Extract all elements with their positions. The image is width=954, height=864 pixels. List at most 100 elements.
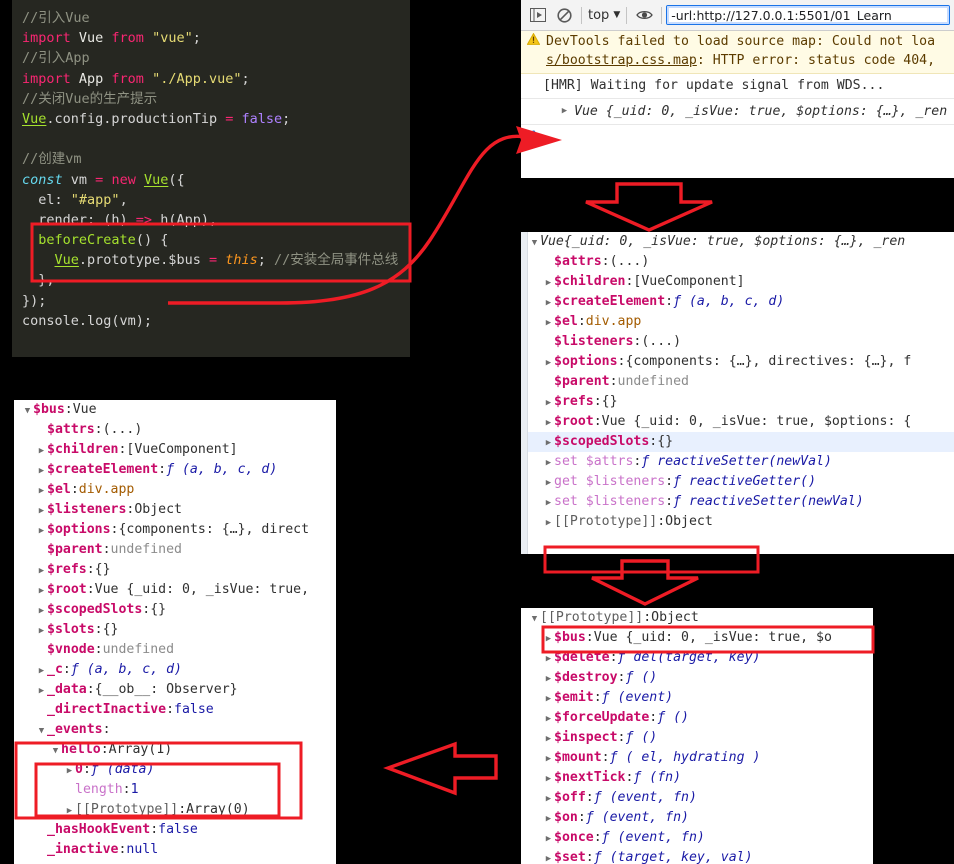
object-tree-row[interactable]: ▶ $refs: {} [14, 560, 336, 580]
object-tree-row[interactable]: ▶$parent: undefined [521, 372, 954, 392]
collapse-triangle-icon[interactable]: ▼ [529, 609, 540, 628]
object-tree-row[interactable]: ▶$vnode: undefined [14, 640, 336, 660]
object-tree-row[interactable]: ▶ $once: ƒ (event, fn) [521, 828, 873, 848]
expand-triangle-icon[interactable]: ▶ [543, 849, 554, 864]
expand-triangle-icon[interactable]: ▶ [543, 729, 554, 748]
object-tree-row[interactable]: ▼ [[Prototype]]: Object [521, 608, 873, 628]
collapse-triangle-icon[interactable]: ▼ [36, 721, 47, 740]
execute-snippet-icon[interactable] [525, 3, 551, 27]
expand-triangle-icon[interactable]: ▶ [543, 513, 554, 532]
expand-triangle-icon[interactable]: ▶ [543, 273, 554, 292]
object-tree-row[interactable]: ▶ $off: ƒ (event, fn) [521, 788, 873, 808]
live-expression-icon[interactable] [631, 3, 657, 27]
object-tree-row[interactable]: ▶ set $listeners: ƒ reactiveSetter(newVal… [521, 492, 954, 512]
expand-triangle-icon[interactable]: ▶ [543, 829, 554, 848]
prototype-tree-panel[interactable]: ▼ [[Prototype]]: Object ▶ $bus: Vue {_uid: … [521, 608, 873, 864]
expand-triangle-icon[interactable]: ▶ [543, 769, 554, 788]
expand-triangle-icon[interactable]: ▶ [36, 581, 47, 600]
object-tree-row[interactable]: ▶$listeners: (...) [521, 332, 954, 352]
object-tree-row[interactable]: ▶length: 1 [14, 780, 336, 800]
object-tree-row[interactable]: ▶ $children: [VueComponent] [521, 272, 954, 292]
expand-triangle-icon[interactable]: ▶ [36, 441, 47, 460]
object-tree-row[interactable]: ▶ _data: {__ob__: Observer} [14, 680, 336, 700]
object-tree-row[interactable]: ▶ get $listeners: ƒ reactiveGetter() [521, 472, 954, 492]
expand-triangle-icon[interactable]: ▶ [559, 101, 570, 121]
object-tree-row[interactable]: ▶_hasHookEvent: false [14, 820, 336, 840]
object-tree-row[interactable]: ▶ $refs: {} [521, 392, 954, 412]
expand-triangle-icon[interactable]: ▶ [36, 501, 47, 520]
expand-triangle-icon[interactable]: ▶ [543, 393, 554, 412]
expand-triangle-icon[interactable]: ▶ [543, 453, 554, 472]
object-tree-row[interactable]: ▶ _c: ƒ (a, b, c, d) [14, 660, 336, 680]
bus-object-tree-panel[interactable]: ▼$bus: Vue▶$attrs: (...)▶$children: [Vue… [14, 400, 336, 864]
object-tree-row[interactable]: ▶ $emit: ƒ (event) [521, 688, 873, 708]
expand-triangle-icon[interactable]: ▶ [36, 461, 47, 480]
console-prompt[interactable]: ❯ [521, 125, 954, 147]
expand-triangle-icon[interactable]: ▶ [543, 293, 554, 312]
object-tree-row[interactable]: ▼ $bus: Vue [14, 400, 336, 420]
object-tree-row[interactable]: ▶ $nextTick: ƒ (fn) [521, 768, 873, 788]
expand-triangle-icon[interactable]: ▶ [543, 749, 554, 768]
object-tree-row[interactable]: ▶ $options: {components: {…}, directives:… [521, 352, 954, 372]
object-tree-row[interactable]: ▶ $set: ƒ (target, key, val) [521, 848, 873, 864]
expand-triangle-icon[interactable]: ▶ [543, 629, 554, 648]
vue-object-log-row[interactable]: ▶ Vue {_uid: 0, _isVue: true, $options: … [521, 99, 954, 125]
object-tree-row[interactable]: ▶ $el: div.app [521, 312, 954, 332]
object-tree-row[interactable]: ▶ $children: [VueComponent] [14, 440, 336, 460]
object-tree-row[interactable]: ▶ $root: Vue {_uid: 0, _isVue: true, $opt… [521, 412, 954, 432]
object-tree-row[interactable]: ▶ $el: div.app [14, 480, 336, 500]
vue-object-tree-panel[interactable]: ▼ Vue {_uid: 0, _isVue: true, $options: {… [521, 232, 954, 554]
object-tree-row[interactable]: ▶ [[Prototype]]: Array(0) [14, 800, 336, 820]
expand-triangle-icon[interactable]: ▶ [64, 801, 75, 820]
object-tree-row[interactable]: ▶ $bus: Vue {_uid: 0, _isVue: true, $o [521, 628, 873, 648]
expand-triangle-icon[interactable]: ▶ [543, 669, 554, 688]
expand-triangle-icon[interactable]: ▶ [36, 661, 47, 680]
devtools-console-panel[interactable]: top ▼ DevTools failed to load source map… [521, 0, 954, 178]
code-editor[interactable]: //引入Vue import Vue from "vue"; //引入App impo… [12, 0, 410, 357]
expand-triangle-icon[interactable]: ▶ [36, 681, 47, 700]
object-tree-row[interactable]: ▶$attrs: (...) [14, 420, 336, 440]
object-tree-row[interactable]: ▶ $on: ƒ (event, fn) [521, 808, 873, 828]
expand-triangle-icon[interactable]: ▶ [543, 809, 554, 828]
expand-triangle-icon[interactable]: ▶ [543, 473, 554, 492]
object-tree-row[interactable]: ▶ $createElement: ƒ (a, b, c, d) [14, 460, 336, 480]
expand-triangle-icon[interactable]: ▶ [543, 789, 554, 808]
expand-triangle-icon[interactable]: ▶ [36, 601, 47, 620]
expand-triangle-icon[interactable]: ▶ [36, 481, 47, 500]
object-tree-row[interactable]: ▼ Vue {_uid: 0, _isVue: true, $options: {… [521, 232, 954, 252]
object-tree-row[interactable]: ▶ set $attrs: ƒ reactiveSetter(newVal) [521, 452, 954, 472]
object-tree-row[interactable]: ▼ _events: [14, 720, 336, 740]
object-tree-row[interactable]: ▶ $root: Vue {_uid: 0, _isVue: true, [14, 580, 336, 600]
object-tree-row[interactable]: ▶ $delete: ƒ del(target, key) [521, 648, 873, 668]
object-tree-row[interactable]: ▶ [[Prototype]]: Object [521, 512, 954, 532]
console-filter-input[interactable] [666, 5, 950, 25]
object-tree-row[interactable]: ▼ hello: Array(1) [14, 740, 336, 760]
collapse-triangle-icon[interactable]: ▼ [50, 741, 61, 760]
expand-triangle-icon[interactable]: ▶ [543, 649, 554, 668]
object-tree-row[interactable]: ▶_directInactive: false [14, 700, 336, 720]
expand-triangle-icon[interactable]: ▶ [543, 433, 554, 452]
expand-triangle-icon[interactable]: ▶ [36, 621, 47, 640]
object-tree-row[interactable]: ▶ $scopedSlots: {} [521, 432, 954, 452]
object-tree-row[interactable]: ▶$attrs: (...) [521, 252, 954, 272]
object-tree-row[interactable]: ▶ $createElement: ƒ (a, b, c, d) [521, 292, 954, 312]
object-tree-row[interactable]: ▶_inactive: null [14, 840, 336, 860]
clear-console-icon[interactable] [551, 3, 577, 27]
object-tree-row[interactable]: ▶ $destroy: ƒ () [521, 668, 873, 688]
object-tree-row[interactable]: ▶ $forceUpdate: ƒ () [521, 708, 873, 728]
object-tree-row[interactable]: ▶ $mount: ƒ ( el, hydrating ) [521, 748, 873, 768]
expand-triangle-icon[interactable]: ▶ [543, 413, 554, 432]
object-tree-row[interactable]: ▶ $slots: {} [14, 620, 336, 640]
object-tree-row[interactable]: ▶ $options: {components: {…}, direct [14, 520, 336, 540]
expand-triangle-icon[interactable]: ▶ [543, 709, 554, 728]
expand-triangle-icon[interactable]: ▶ [543, 689, 554, 708]
object-tree-row[interactable]: ▶ 0: ƒ (data) [14, 760, 336, 780]
object-tree-row[interactable]: ▶ $scopedSlots: {} [14, 600, 336, 620]
execution-context-selector[interactable]: top ▼ [586, 8, 622, 23]
object-tree-row[interactable]: ▶ $listeners: Object [14, 500, 336, 520]
expand-triangle-icon[interactable]: ▶ [36, 521, 47, 540]
object-tree-row[interactable]: ▶$parent: undefined [14, 540, 336, 560]
object-tree-row[interactable]: ▶ $inspect: ƒ () [521, 728, 873, 748]
expand-triangle-icon[interactable]: ▶ [543, 313, 554, 332]
source-map-link[interactable]: s/bootstrap.css.map [546, 53, 697, 68]
